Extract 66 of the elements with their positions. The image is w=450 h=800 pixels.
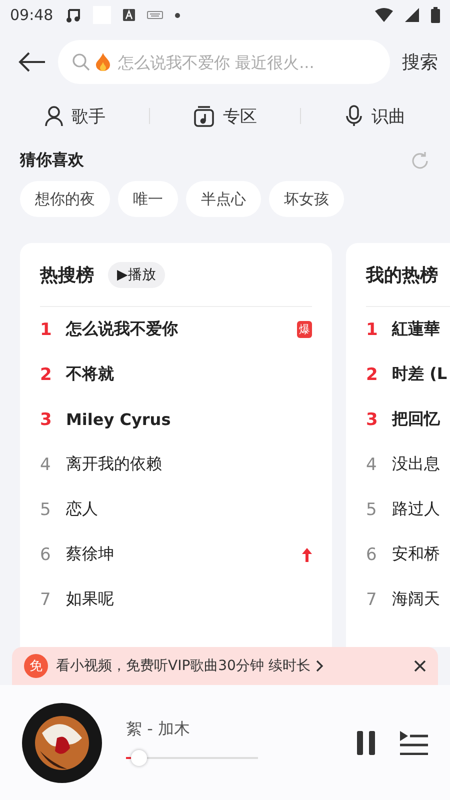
rank-number: 3 — [366, 410, 378, 430]
album-cover[interactable] — [22, 702, 102, 782]
rank-number: 4 — [366, 454, 378, 474]
battery-icon — [431, 7, 440, 23]
search-field[interactable]: 怎么说我不爱你 最近很火... — [58, 40, 390, 84]
suggestion-chip[interactable]: 坏女孩 — [269, 181, 344, 217]
rank-number: 2 — [366, 364, 378, 384]
rank-number: 6 — [366, 544, 378, 564]
playlist-button[interactable] — [400, 730, 428, 754]
rank-number: 1 — [366, 320, 378, 340]
search-button[interactable]: 搜索 — [402, 50, 438, 74]
promo-link[interactable]: 看小视频，免费听VIP歌曲30分钟 续时长 — [56, 657, 406, 675]
section-title: 猜你喜欢 — [20, 150, 84, 171]
song-title[interactable]: 把回忆 — [392, 409, 450, 430]
shortcut-tab[interactable]: 识曲 — [300, 104, 450, 128]
song-title[interactable]: 路过人 — [392, 499, 450, 520]
song-title[interactable]: 没出息 — [392, 454, 450, 475]
rank-number: 7 — [366, 590, 378, 610]
song-title[interactable]: 紅蓮華 — [392, 319, 450, 340]
track-title: 絮 - 加木 — [126, 719, 191, 740]
wifi-icon — [375, 8, 393, 22]
suggestion-chip[interactable]: 半点心 — [186, 181, 261, 217]
song-title[interactable]: 如果呢 — [66, 589, 312, 610]
rank-number: 5 — [366, 500, 378, 520]
chart-title: 我的热榜 — [366, 264, 438, 286]
status-time: 09:48 — [10, 6, 54, 24]
search-icon — [72, 53, 90, 71]
rank-number: 2 — [40, 364, 52, 384]
back-button[interactable] — [18, 51, 46, 73]
search-input[interactable]: 怎么说我不爱你 最近很火... — [116, 52, 376, 72]
suggestion-chip[interactable]: 唯一 — [118, 181, 178, 217]
song-title[interactable]: 安和桥 — [392, 544, 450, 565]
suggestion-chip[interactable]: 想你的夜 — [20, 181, 110, 217]
person-icon — [44, 105, 64, 127]
free-badge: 免 — [24, 654, 48, 678]
song-title[interactable]: 离开我的依赖 — [66, 454, 312, 475]
progress-thumb[interactable] — [130, 750, 147, 766]
rank-number: 7 — [40, 590, 52, 610]
keyboard-icon — [147, 11, 164, 19]
microphone-icon — [345, 105, 364, 127]
chevron-right-icon — [316, 660, 324, 672]
song-title[interactable]: 海阔天 — [392, 589, 450, 610]
pause-button[interactable] — [356, 730, 376, 754]
hot-badge: 爆 — [297, 321, 312, 338]
song-title[interactable]: 怎么说我不爱你 — [66, 319, 283, 340]
signal-icon — [405, 8, 419, 22]
dot-icon — [175, 12, 180, 18]
rank-number: 5 — [40, 500, 52, 520]
flame-icon — [96, 53, 110, 71]
rank-number: 4 — [40, 454, 52, 474]
play-all-button[interactable]: ▶播放 — [108, 262, 165, 288]
music-note-icon — [65, 7, 82, 23]
song-title[interactable]: Miley Cyrus — [66, 410, 312, 429]
rank-number: 6 — [40, 544, 52, 564]
app-icon — [123, 9, 136, 21]
song-title[interactable]: 不将就 — [66, 364, 312, 385]
shortcut-tab[interactable]: 专区 — [150, 104, 300, 128]
close-button[interactable] — [414, 660, 426, 672]
rank-number: 1 — [40, 320, 52, 340]
song-title[interactable]: 蔡徐坤 — [66, 544, 288, 565]
music-album-icon — [192, 105, 215, 127]
chart-title: 热搜榜 — [40, 264, 94, 286]
rank-number: 3 — [40, 410, 52, 430]
shortcut-tab[interactable]: 歌手 — [0, 104, 150, 128]
song-title[interactable]: 恋人 — [66, 499, 312, 520]
song-title[interactable]: 时差 (L — [392, 364, 450, 385]
